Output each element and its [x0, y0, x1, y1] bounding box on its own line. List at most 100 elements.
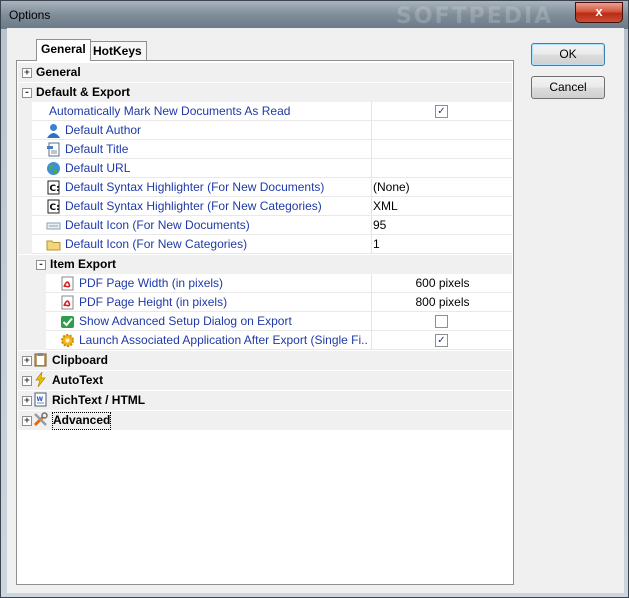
category-label: RichText / HTML: [52, 393, 146, 407]
property-value[interactable]: 800 pixels: [373, 293, 512, 312]
row-gutter: [18, 159, 32, 178]
property-row[interactable]: Default Title: [18, 140, 512, 159]
launch-app-checkbox[interactable]: ✓: [435, 334, 448, 347]
richtext-document-icon: W: [34, 392, 47, 407]
property-row[interactable]: PDF Page Height (in pixels) 800 pixels: [18, 293, 512, 312]
property-value[interactable]: XML: [373, 197, 398, 216]
row-gutter: [18, 293, 46, 312]
column-divider: [371, 140, 372, 159]
property-row[interactable]: Default Icon (For New Categories) 1: [18, 235, 512, 254]
category-default-export[interactable]: - Default & Export: [18, 83, 512, 102]
row-gutter: [18, 331, 46, 350]
globe-icon: [47, 162, 60, 175]
expand-icon[interactable]: +: [22, 356, 32, 366]
property-row[interactable]: Launch Associated Application After Expo…: [18, 331, 512, 350]
collapse-icon[interactable]: -: [36, 260, 46, 270]
row-gutter: [18, 121, 32, 140]
row-gutter: [18, 274, 46, 293]
category-label: Default & Export: [36, 85, 131, 99]
property-name: Default Icon (For New Documents): [65, 218, 250, 232]
column-divider: [371, 102, 372, 121]
column-divider: [371, 178, 372, 197]
code-file-icon: C:: [47, 199, 60, 214]
watermark: SOFTPEDIA: [396, 4, 554, 29]
column-divider: [371, 235, 372, 254]
advanced-setup-checkbox[interactable]: [435, 315, 448, 328]
column-divider: [371, 274, 372, 293]
pdf-icon: [61, 295, 74, 310]
expand-icon[interactable]: +: [22, 396, 32, 406]
row-gutter: [18, 216, 32, 235]
window-title: Options: [9, 8, 51, 22]
property-row[interactable]: C: Default Syntax Highlighter (For New C…: [18, 197, 512, 216]
ok-button[interactable]: OK: [531, 43, 605, 66]
lightning-icon: [35, 372, 46, 387]
row-gutter: [18, 197, 32, 216]
property-name: Default Syntax Highlighter (For New Docu…: [65, 180, 325, 194]
svg-text:C:: C:: [50, 184, 60, 194]
gear-icon: [61, 334, 74, 347]
category-label: Clipboard: [52, 353, 108, 367]
property-name: PDF Page Height (in pixels): [79, 295, 228, 309]
row-gutter: [18, 235, 32, 254]
category-advanced[interactable]: + Advanced: [18, 411, 512, 430]
expand-icon[interactable]: +: [22, 68, 32, 78]
column-divider: [371, 293, 372, 312]
svg-text:W: W: [37, 396, 44, 403]
category-label: AutoText: [52, 373, 104, 387]
property-row[interactable]: Automatically Mark New Documents As Read…: [18, 102, 512, 121]
check-badge-icon: [61, 316, 74, 328]
category-general[interactable]: + General: [18, 63, 512, 82]
property-row[interactable]: PDF Page Width (in pixels) 600 pixels: [18, 274, 512, 293]
column-divider: [371, 197, 372, 216]
clipboard-icon: [34, 353, 47, 367]
property-value[interactable]: 600 pixels: [373, 274, 512, 293]
property-name: Automatically Mark New Documents As Read: [49, 104, 291, 118]
collapse-icon[interactable]: -: [22, 88, 32, 98]
folder-icon: [46, 240, 61, 251]
property-name: Default Author: [65, 123, 142, 137]
expand-icon[interactable]: +: [22, 416, 32, 426]
svg-text:C:: C:: [50, 203, 60, 213]
column-divider: [371, 216, 372, 235]
expand-icon[interactable]: +: [22, 376, 32, 386]
property-row[interactable]: C: Default Syntax Highlighter (For New D…: [18, 178, 512, 197]
code-file-icon: C:: [47, 180, 60, 195]
tab-general[interactable]: General: [36, 39, 91, 61]
user-icon: [47, 124, 60, 138]
close-button[interactable]: x: [575, 2, 623, 23]
title-bar[interactable]: Options SOFTPEDIA x: [1, 1, 628, 29]
tab-general-label: General: [41, 42, 86, 56]
dialog-body: General HotKeys OK Cancel + General - De…: [7, 28, 624, 593]
row-gutter: [18, 178, 32, 197]
category-autotext[interactable]: + AutoText: [18, 371, 512, 390]
tab-panel-general: + General - Default & Export Automatical…: [16, 60, 514, 585]
property-name: Default URL: [65, 161, 131, 175]
column-divider: [371, 331, 372, 350]
property-name: Default Syntax Highlighter (For New Cate…: [65, 199, 322, 213]
property-name: PDF Page Width (in pixels): [79, 276, 224, 290]
column-divider: [371, 159, 372, 178]
mark-read-checkbox[interactable]: ✓: [435, 105, 448, 118]
property-value[interactable]: (None): [373, 178, 410, 197]
property-name: Default Icon (For New Categories): [65, 237, 248, 251]
category-clipboard[interactable]: + Clipboard: [18, 351, 512, 370]
property-row[interactable]: Default Author: [18, 121, 512, 140]
row-gutter: [18, 102, 32, 121]
property-row[interactable]: Show Advanced Setup Dialog on Export: [18, 312, 512, 331]
property-value[interactable]: 95: [373, 216, 386, 235]
tools-icon: [33, 412, 48, 427]
tab-hotkeys[interactable]: HotKeys: [88, 41, 147, 60]
category-label: Item Export: [50, 257, 117, 271]
property-name: Default Title: [65, 142, 129, 156]
category-item-export[interactable]: - Item Export: [18, 255, 512, 274]
row-gutter: [18, 255, 32, 274]
close-icon: x: [595, 4, 603, 19]
pdf-icon: [61, 276, 74, 291]
tab-hotkeys-label: HotKeys: [93, 44, 142, 58]
property-row[interactable]: Default URL: [18, 159, 512, 178]
category-richtext-html[interactable]: + W RichText / HTML: [18, 391, 512, 410]
property-row[interactable]: Default Icon (For New Documents) 95: [18, 216, 512, 235]
property-value[interactable]: 1: [373, 235, 380, 254]
cancel-button[interactable]: Cancel: [531, 76, 605, 99]
